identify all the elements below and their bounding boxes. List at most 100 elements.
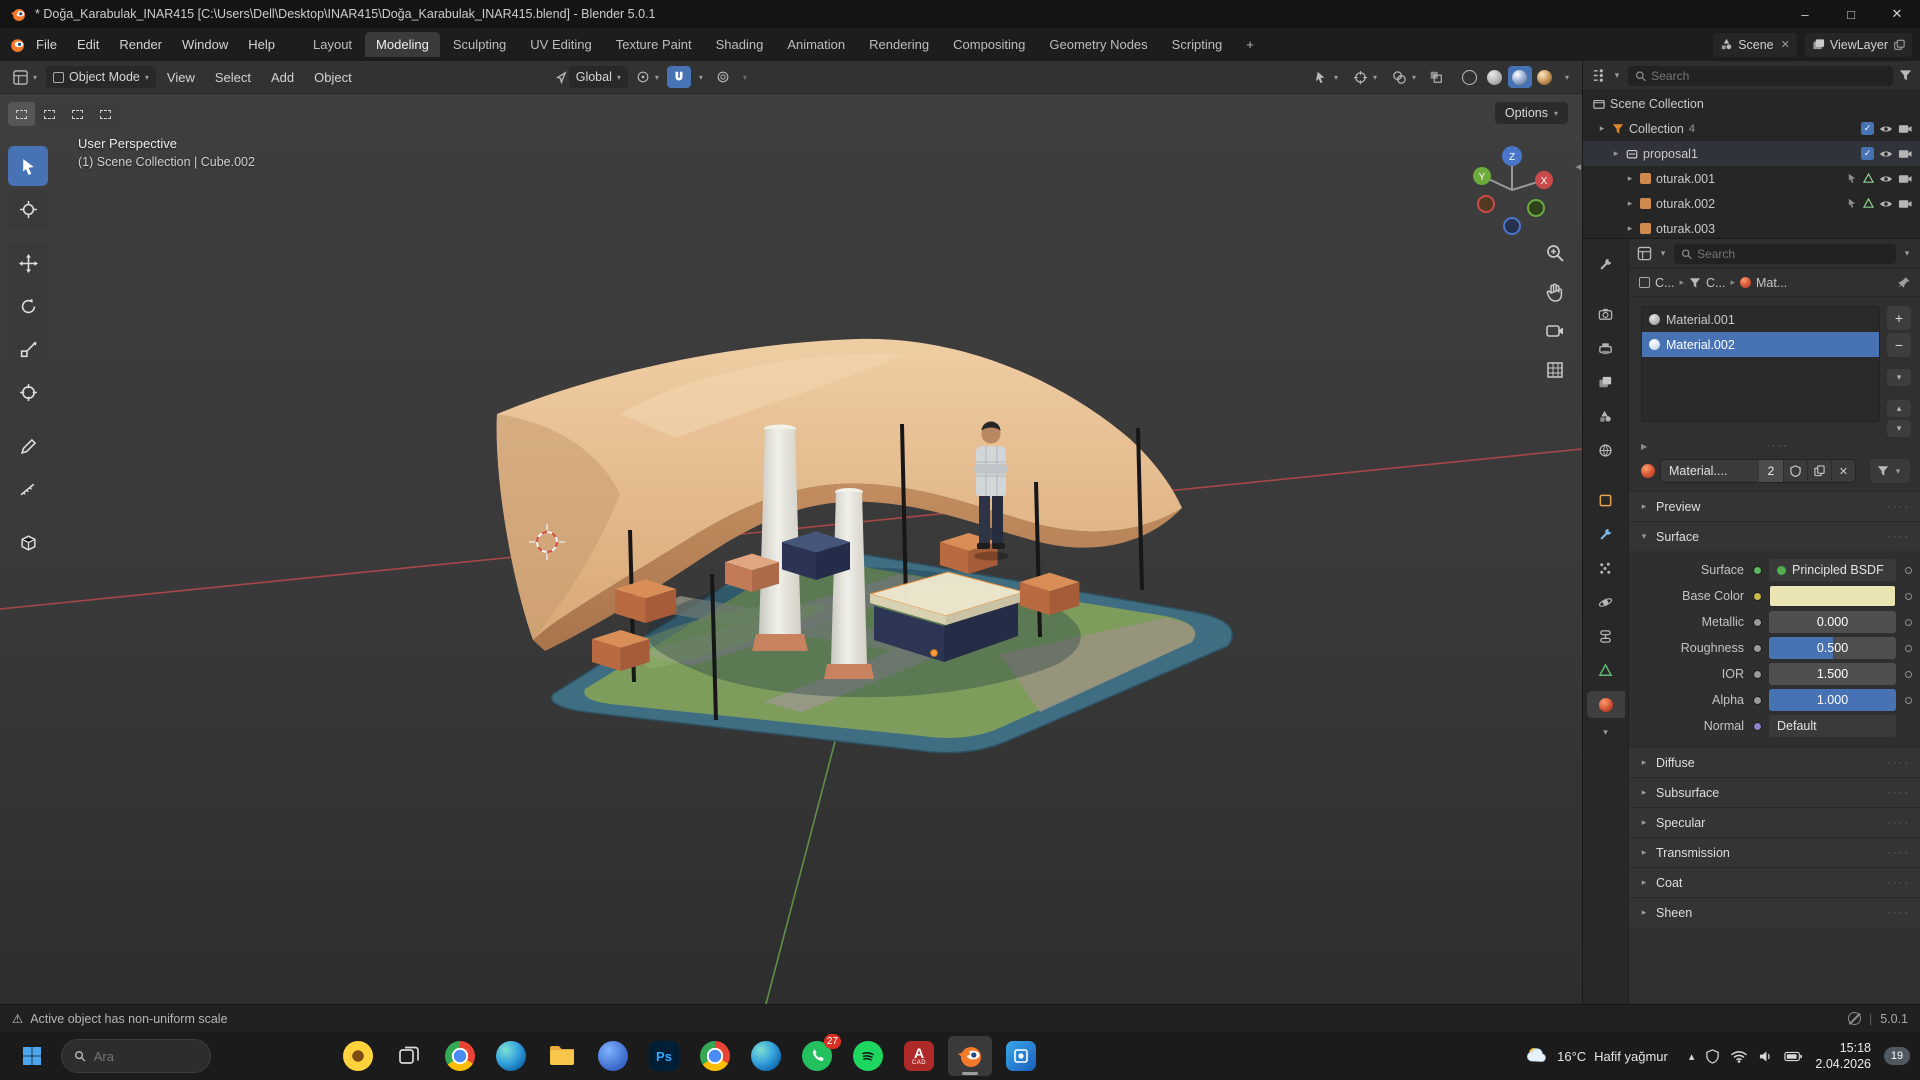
camera-visibility-icon[interactable] xyxy=(1898,173,1912,184)
outliner-row-collection[interactable]: ▸ Collection 4 ✓ xyxy=(1583,116,1920,141)
menu-select[interactable]: Select xyxy=(206,65,260,90)
material-users-count[interactable]: 2 xyxy=(1759,460,1783,482)
tab-output[interactable] xyxy=(1587,335,1625,362)
tab-world[interactable] xyxy=(1587,437,1625,464)
shading-rendered-button[interactable] xyxy=(1533,66,1557,88)
gizmo-z-neg[interactable] xyxy=(1504,218,1520,234)
gizmo-y-neg[interactable] xyxy=(1528,200,1544,216)
new-material-button[interactable] xyxy=(1807,460,1831,482)
cursor-tool[interactable] xyxy=(8,189,48,229)
specular-section-header[interactable]: ▸ Specular ···· xyxy=(1629,807,1920,837)
select-intersect-button[interactable] xyxy=(92,102,119,126)
app-spotify[interactable] xyxy=(846,1036,890,1076)
keyframe-dot[interactable] xyxy=(1905,567,1912,574)
add-cube-tool[interactable] xyxy=(8,523,48,563)
3d-viewport[interactable]: User Perspective (1) Scene Collection | … xyxy=(0,94,1582,1004)
menu-view[interactable]: View xyxy=(158,65,204,90)
outliner-row-scene-collection[interactable]: Scene Collection xyxy=(1583,91,1920,116)
keyframe-dot[interactable] xyxy=(1905,619,1912,626)
tab-particles[interactable] xyxy=(1587,555,1625,582)
notification-count-badge[interactable]: 19 xyxy=(1884,1047,1910,1065)
workspace-tab-geometry-nodes[interactable]: Geometry Nodes xyxy=(1038,32,1158,57)
shading-material-button[interactable] xyxy=(1508,66,1532,88)
snap-toggle[interactable] xyxy=(667,66,691,88)
viewport-canvas[interactable] xyxy=(0,94,1582,1004)
gizmos-dropdown[interactable]: ▾ xyxy=(1346,66,1384,89)
panel-collapse-arrow[interactable]: ◂ xyxy=(1575,160,1581,173)
workspace-tab-rendering[interactable]: Rendering xyxy=(858,32,940,57)
rotate-tool[interactable] xyxy=(8,286,48,326)
material-slot-1[interactable]: Material.001 xyxy=(1642,307,1879,332)
wifi-icon[interactable] xyxy=(1731,1050,1747,1063)
app-edge[interactable] xyxy=(489,1036,533,1076)
close-button[interactable]: ✕ xyxy=(1874,0,1920,28)
coat-section-header[interactable]: ▸ Coat ···· xyxy=(1629,867,1920,897)
selectability-dropdown[interactable]: ▾ xyxy=(1307,66,1345,89)
taskbar-clock[interactable]: 15:18 2.04.2026 xyxy=(1815,1040,1871,1073)
app-edge-2[interactable] xyxy=(744,1036,788,1076)
proposal1-checkbox[interactable]: ✓ xyxy=(1861,147,1874,160)
menu-help[interactable]: Help xyxy=(239,32,284,57)
measure-tool[interactable] xyxy=(8,469,48,509)
workspace-tab-animation[interactable]: Animation xyxy=(776,32,856,57)
mode-selector[interactable]: Object Mode ▾ xyxy=(46,66,156,88)
roughness-slider[interactable]: 0.500 xyxy=(1769,637,1896,659)
tray-security-icon[interactable] xyxy=(1705,1049,1720,1064)
surface-section-header[interactable]: ▾ Surface ···· xyxy=(1629,521,1920,551)
weather-widget[interactable]: 16°C Hafif yağmur xyxy=(1517,1041,1676,1071)
app-file-explorer[interactable] xyxy=(540,1036,584,1076)
proportional-settings[interactable]: ▾ xyxy=(736,69,754,86)
filter-icon[interactable] xyxy=(1899,69,1912,82)
keyframe-dot[interactable] xyxy=(1905,697,1912,704)
move-slot-up-button[interactable]: ▴ xyxy=(1887,400,1911,417)
pivot-point-selector[interactable]: ▾ xyxy=(629,66,666,88)
mesh-data-icon[interactable] xyxy=(1863,173,1874,184)
surface-shader-selector[interactable]: Principled BSDF xyxy=(1769,559,1896,581)
workspace-tab-shading[interactable]: Shading xyxy=(705,32,775,57)
breadcrumb-material[interactable]: Mat... xyxy=(1756,276,1787,290)
select-box-tool[interactable] xyxy=(8,146,48,186)
breadcrumb-data[interactable]: C... xyxy=(1706,276,1725,290)
maximize-button[interactable]: □ xyxy=(1828,0,1874,28)
camera-visibility-icon[interactable] xyxy=(1898,123,1912,134)
camera-visibility-icon[interactable] xyxy=(1898,148,1912,159)
new-viewlayer-icon[interactable] xyxy=(1893,39,1905,51)
outliner-row-oturak-002[interactable]: ▸ oturak.002 xyxy=(1583,191,1920,216)
menu-window[interactable]: Window xyxy=(173,32,237,57)
app-chrome[interactable] xyxy=(438,1036,482,1076)
taskbar-search-input[interactable] xyxy=(94,1049,198,1064)
xray-toggle[interactable] xyxy=(1424,66,1448,88)
properties-editor-icon[interactable] xyxy=(1637,246,1652,261)
transmission-section-header[interactable]: ▸ Transmission ···· xyxy=(1629,837,1920,867)
eye-icon[interactable] xyxy=(1879,124,1893,134)
properties-search[interactable] xyxy=(1674,244,1896,264)
menu-file[interactable]: File xyxy=(27,32,66,57)
menu-add[interactable]: Add xyxy=(262,65,303,90)
battery-icon[interactable] xyxy=(1784,1051,1802,1062)
start-button[interactable] xyxy=(10,1036,54,1076)
select-extend-button[interactable] xyxy=(36,102,63,126)
app-chrome-2[interactable] xyxy=(693,1036,737,1076)
menu-edit[interactable]: Edit xyxy=(68,32,108,57)
select-set-button[interactable] xyxy=(8,102,35,126)
app-blender-active[interactable] xyxy=(948,1036,992,1076)
app-photos[interactable] xyxy=(999,1036,1043,1076)
normal-selector[interactable]: Default xyxy=(1769,715,1896,737)
workspace-tab-texture-paint[interactable]: Texture Paint xyxy=(605,32,703,57)
outliner-row-oturak-001[interactable]: ▸ oturak.001 xyxy=(1583,166,1920,191)
pin-icon[interactable] xyxy=(1897,276,1910,289)
keyframe-dot[interactable] xyxy=(1905,645,1912,652)
shading-settings[interactable]: ▾ xyxy=(1558,69,1576,86)
material-name-field[interactable]: Material.... xyxy=(1661,460,1759,482)
remove-slot-button[interactable]: − xyxy=(1887,333,1911,357)
taskbar-search[interactable] xyxy=(61,1039,211,1073)
viewlayer-selector[interactable]: ViewLayer xyxy=(1805,33,1912,57)
workspace-tab-scripting[interactable]: Scripting xyxy=(1161,32,1234,57)
keyframe-dot[interactable] xyxy=(1905,671,1912,678)
annotate-tool[interactable] xyxy=(8,426,48,466)
material-link-dropdown[interactable]: ▾ xyxy=(1870,459,1910,483)
tab-object-data[interactable] xyxy=(1587,657,1625,684)
unlink-material-button[interactable]: ✕ xyxy=(1831,460,1855,482)
material-slot-2-selected[interactable]: Material.002 xyxy=(1642,332,1879,357)
select-subtract-button[interactable] xyxy=(64,102,91,126)
